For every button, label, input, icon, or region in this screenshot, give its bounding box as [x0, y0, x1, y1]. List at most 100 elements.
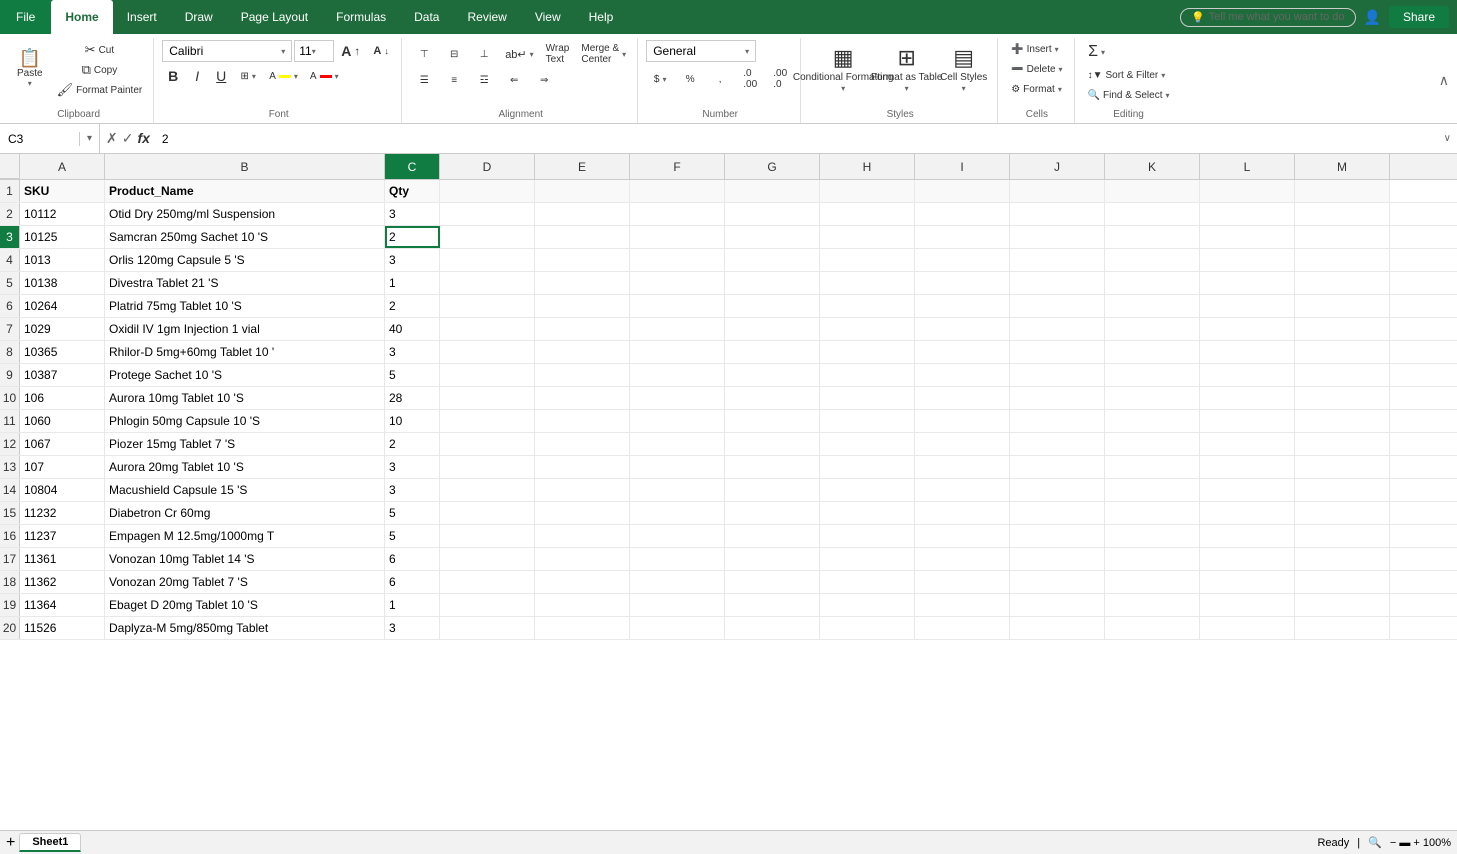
decrease-decimal-button[interactable]: .00.0: [766, 65, 794, 93]
cell-I7[interactable]: [915, 318, 1010, 340]
cell-H9[interactable]: [820, 364, 915, 386]
cell-D9[interactable]: [440, 364, 535, 386]
cell-C9[interactable]: 5: [385, 364, 440, 386]
cell-F10[interactable]: [630, 387, 725, 409]
cell-I18[interactable]: [915, 571, 1010, 593]
cell-H5[interactable]: [820, 272, 915, 294]
col-header-L[interactable]: L: [1200, 154, 1295, 179]
cell-L11[interactable]: [1200, 410, 1295, 432]
wrap-text-button[interactable]: WrapText: [541, 40, 575, 68]
cell-I4[interactable]: [915, 249, 1010, 271]
comma-button[interactable]: ,: [706, 70, 734, 88]
cell-D14[interactable]: [440, 479, 535, 501]
cell-E13[interactable]: [535, 456, 630, 478]
tell-me-bar[interactable]: 💡 Tell me what you want to do: [1180, 8, 1355, 27]
cell-J11[interactable]: [1010, 410, 1105, 432]
cell-M17[interactable]: [1295, 548, 1390, 570]
align-top-button[interactable]: ⊤: [410, 45, 438, 63]
tab-formulas[interactable]: Formulas: [322, 0, 400, 34]
cell-L17[interactable]: [1200, 548, 1295, 570]
share-button[interactable]: Share: [1389, 6, 1449, 28]
cell-C17[interactable]: 6: [385, 548, 440, 570]
cell-E10[interactable]: [535, 387, 630, 409]
bold-button[interactable]: B: [162, 65, 184, 87]
cell-L18[interactable]: [1200, 571, 1295, 593]
cell-E2[interactable]: [535, 203, 630, 225]
cell-E6[interactable]: [535, 295, 630, 317]
formula-input-area[interactable]: 2: [156, 132, 1438, 146]
cell-L13[interactable]: [1200, 456, 1295, 478]
cell-D13[interactable]: [440, 456, 535, 478]
cell-F5[interactable]: [630, 272, 725, 294]
cell-A14[interactable]: 10804: [20, 479, 105, 501]
cell-M14[interactable]: [1295, 479, 1390, 501]
cell-A18[interactable]: 11362: [20, 571, 105, 593]
cell-A9[interactable]: 10387: [20, 364, 105, 386]
col-header-E[interactable]: E: [535, 154, 630, 179]
cell-I19[interactable]: [915, 594, 1010, 616]
cell-G10[interactable]: [725, 387, 820, 409]
currency-button[interactable]: $▾: [646, 70, 674, 88]
tab-review[interactable]: Review: [453, 0, 520, 34]
cell-C11[interactable]: 10: [385, 410, 440, 432]
cell-B12[interactable]: Piozer 15mg Tablet 7 'S: [105, 433, 385, 455]
cell-B19[interactable]: Ebaget D 20mg Tablet 10 'S: [105, 594, 385, 616]
cell-I15[interactable]: [915, 502, 1010, 524]
cell-L19[interactable]: [1200, 594, 1295, 616]
row-number-15[interactable]: 15: [0, 502, 20, 524]
cell-G15[interactable]: [725, 502, 820, 524]
cell-A12[interactable]: 1067: [20, 433, 105, 455]
cell-A4[interactable]: 1013: [20, 249, 105, 271]
cell-A16[interactable]: 11237: [20, 525, 105, 547]
cell-C16[interactable]: 5: [385, 525, 440, 547]
tab-data[interactable]: Data: [400, 0, 453, 34]
cell-L2[interactable]: [1200, 203, 1295, 225]
cell-H13[interactable]: [820, 456, 915, 478]
cell-C8[interactable]: 3: [385, 341, 440, 363]
cell-F1[interactable]: [630, 180, 725, 202]
col-header-H[interactable]: H: [820, 154, 915, 179]
cell-A1[interactable]: SKU: [20, 180, 105, 202]
cell-D19[interactable]: [440, 594, 535, 616]
cell-M20[interactable]: [1295, 617, 1390, 639]
cell-E11[interactable]: [535, 410, 630, 432]
cell-D7[interactable]: [440, 318, 535, 340]
cell-I13[interactable]: [915, 456, 1010, 478]
indent-decrease-button[interactable]: ⇐: [500, 71, 528, 89]
add-sheet-button[interactable]: +: [6, 834, 15, 852]
cell-B13[interactable]: Aurora 20mg Tablet 10 'S: [105, 456, 385, 478]
sheet-tab-1[interactable]: Sheet1: [19, 833, 81, 852]
cell-J12[interactable]: [1010, 433, 1105, 455]
cell-A5[interactable]: 10138: [20, 272, 105, 294]
cell-H2[interactable]: [820, 203, 915, 225]
tab-help[interactable]: Help: [575, 0, 628, 34]
cell-B17[interactable]: Vonozan 10mg Tablet 14 'S: [105, 548, 385, 570]
cell-M3[interactable]: [1295, 226, 1390, 248]
cell-J8[interactable]: [1010, 341, 1105, 363]
cell-E12[interactable]: [535, 433, 630, 455]
row-number-20[interactable]: 20: [0, 617, 20, 639]
cell-G20[interactable]: [725, 617, 820, 639]
tab-page-layout[interactable]: Page Layout: [227, 0, 322, 34]
cell-E9[interactable]: [535, 364, 630, 386]
col-header-J[interactable]: J: [1010, 154, 1105, 179]
cell-J5[interactable]: [1010, 272, 1105, 294]
cell-M10[interactable]: [1295, 387, 1390, 409]
cell-M4[interactable]: [1295, 249, 1390, 271]
cell-I16[interactable]: [915, 525, 1010, 547]
cell-J7[interactable]: [1010, 318, 1105, 340]
cell-E14[interactable]: [535, 479, 630, 501]
cell-H20[interactable]: [820, 617, 915, 639]
cell-G17[interactable]: [725, 548, 820, 570]
formula-cancel-icon[interactable]: ✗: [106, 130, 118, 147]
cell-D16[interactable]: [440, 525, 535, 547]
cell-D3[interactable]: [440, 226, 535, 248]
cell-I2[interactable]: [915, 203, 1010, 225]
cell-E4[interactable]: [535, 249, 630, 271]
cell-F7[interactable]: [630, 318, 725, 340]
cell-A20[interactable]: 11526: [20, 617, 105, 639]
cell-F9[interactable]: [630, 364, 725, 386]
cell-E3[interactable]: [535, 226, 630, 248]
cell-D12[interactable]: [440, 433, 535, 455]
cell-K1[interactable]: [1105, 180, 1200, 202]
